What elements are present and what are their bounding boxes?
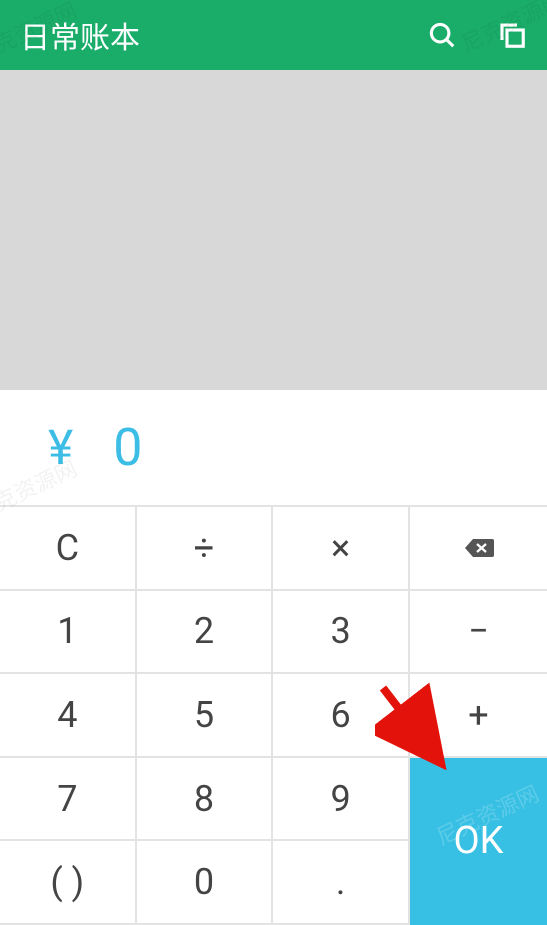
key-multiply[interactable]: × — [273, 507, 410, 591]
key-8[interactable]: 8 — [137, 758, 274, 842]
key-6[interactable]: 6 — [273, 674, 410, 758]
backspace-icon — [464, 537, 494, 559]
search-icon[interactable] — [427, 20, 457, 50]
key-backspace[interactable] — [410, 507, 547, 591]
header-actions — [427, 20, 527, 50]
key-1[interactable]: 1 — [0, 591, 137, 675]
key-dot[interactable]: . — [273, 841, 410, 925]
key-clear[interactable]: C — [0, 507, 137, 591]
key-7[interactable]: 7 — [0, 758, 137, 842]
copy-icon[interactable] — [497, 20, 527, 50]
key-ok[interactable]: OK — [410, 758, 547, 925]
key-9[interactable]: 9 — [273, 758, 410, 842]
key-divide[interactable]: ÷ — [137, 507, 274, 591]
key-minus[interactable]: − — [410, 591, 547, 675]
keypad: C ÷ × 1 2 3 − 4 5 6 + 7 8 9 OK ( ) 0 . — [0, 505, 547, 925]
amount-value: 0 — [113, 417, 142, 478]
key-parentheses[interactable]: ( ) — [0, 841, 137, 925]
app-header: 日常账本 — [0, 0, 547, 70]
key-5[interactable]: 5 — [137, 674, 274, 758]
key-4[interactable]: 4 — [0, 674, 137, 758]
key-3[interactable]: 3 — [273, 591, 410, 675]
display-area — [0, 70, 547, 390]
currency-symbol: ¥ — [48, 419, 73, 476]
key-plus[interactable]: + — [410, 674, 547, 758]
key-2[interactable]: 2 — [137, 591, 274, 675]
key-0[interactable]: 0 — [137, 841, 274, 925]
app-title: 日常账本 — [20, 13, 140, 57]
amount-display: ¥ 0 — [0, 390, 547, 505]
